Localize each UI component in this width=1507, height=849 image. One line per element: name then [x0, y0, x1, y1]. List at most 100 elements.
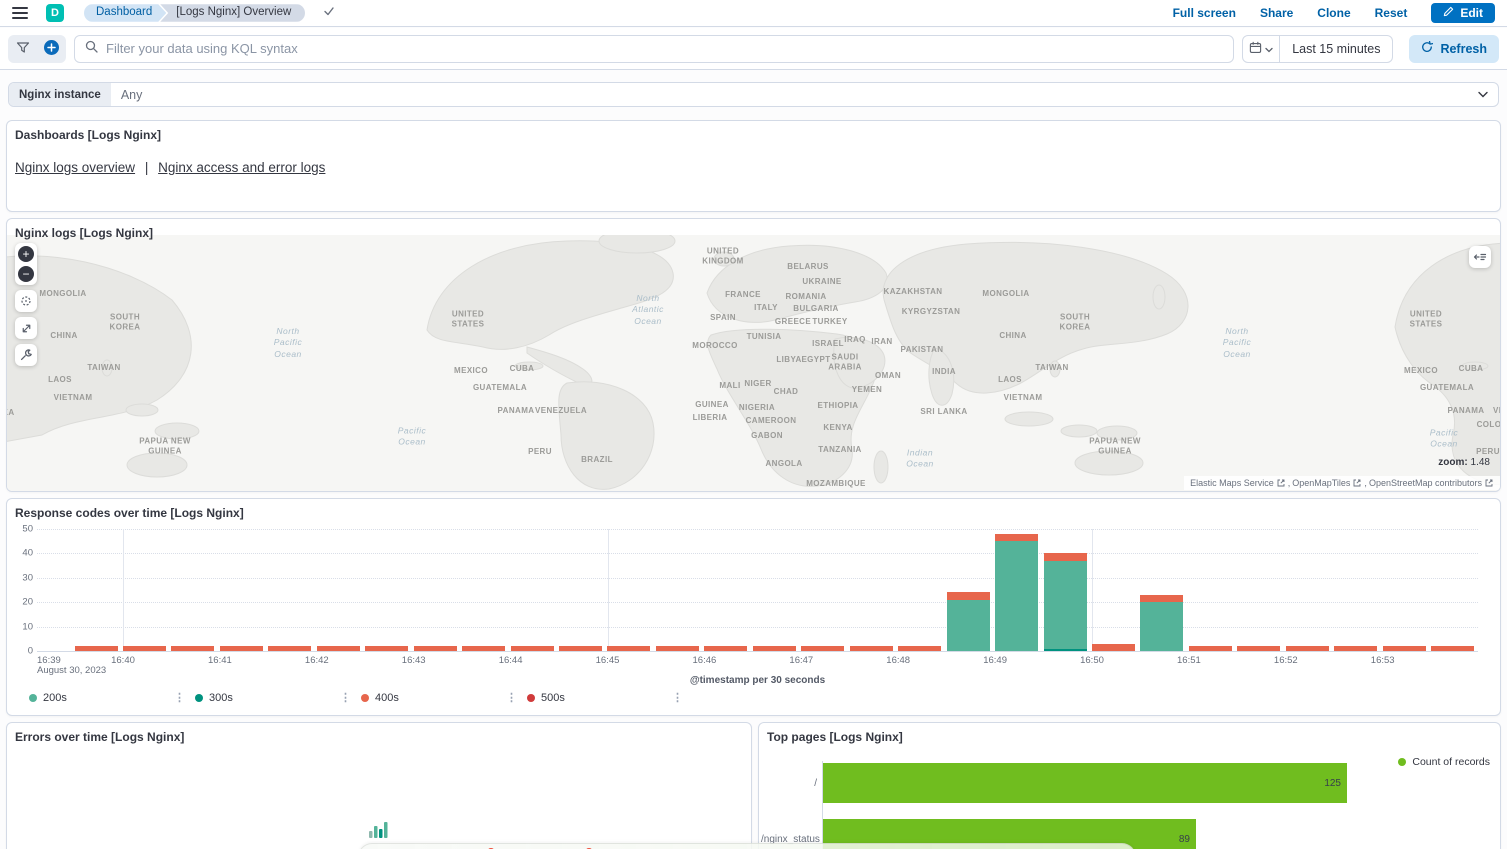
bar-segment-400s[interactable]: [414, 646, 457, 651]
filter-menu-button[interactable]: [8, 35, 37, 63]
query-bar: Last 15 minutes Refresh: [0, 28, 1507, 70]
bar-segment-400s[interactable]: [220, 646, 263, 651]
reset-button[interactable]: Reset: [1375, 6, 1408, 20]
bar-segment-300s[interactable]: [1044, 649, 1087, 651]
bar-segment-400s[interactable]: [656, 646, 699, 651]
map-legend-toggle-icon[interactable]: [1469, 246, 1491, 268]
set-view-crosshair-icon[interactable]: [15, 290, 37, 312]
x-axis-tick-label: 16:52: [1274, 655, 1298, 666]
response-codes-panel: Response codes over time [Logs Nginx] 01…: [6, 498, 1501, 716]
panel-title: Dashboards [Logs Nginx]: [7, 121, 1500, 142]
x-axis-tick-label: 16:48: [886, 655, 910, 666]
legend-actions-icon[interactable]: ⋮: [174, 693, 185, 704]
bar-segment-400s[interactable]: [995, 534, 1038, 541]
space-avatar[interactable]: D: [46, 4, 64, 22]
bar-segment-400s[interactable]: [462, 646, 505, 651]
bar-segment-200s[interactable]: [947, 600, 990, 651]
legend-label: 500s: [541, 692, 565, 704]
top-pages-legend[interactable]: Count of records: [1398, 756, 1490, 768]
kql-search-box: [74, 35, 1234, 63]
bar-segment-400s[interactable]: [1383, 646, 1426, 651]
share-button[interactable]: Share: [1260, 6, 1293, 20]
breadcrumb-dashboard[interactable]: Dashboard: [84, 4, 166, 22]
bar-segment-400s[interactable]: [850, 646, 893, 651]
legend-actions-icon[interactable]: ⋮: [672, 693, 683, 704]
add-filter-button[interactable]: [37, 35, 66, 63]
legend-actions-icon[interactable]: ⋮: [340, 693, 351, 704]
bar-segment-200s[interactable]: [1140, 602, 1183, 651]
bar-value-label: 125: [1324, 778, 1347, 789]
nginx-instance-control[interactable]: Nginx instance Any: [8, 82, 1499, 107]
legend-item-500s[interactable]: 500s ⋮: [527, 692, 693, 704]
x-axis-tick-label: 16:41: [208, 655, 232, 666]
world-map[interactable]: MONGOLIASOUTH KOREACHINATAIWANLAOSVIETNA…: [7, 235, 1500, 491]
breadcrumb-current[interactable]: [Logs Nginx] Overview: [160, 4, 305, 22]
panel-title: Response codes over time [Logs Nginx]: [7, 499, 1500, 520]
refresh-button[interactable]: Refresh: [1409, 35, 1499, 63]
bar-segment-400s[interactable]: [559, 646, 602, 651]
gridline-horizontal: [37, 602, 1478, 603]
x-axis-tick-label: 16:46: [693, 655, 717, 666]
legend-item-200s[interactable]: 200s⋮: [29, 692, 195, 704]
time-range-button[interactable]: Last 15 minutes: [1280, 35, 1393, 63]
clone-button[interactable]: Clone: [1317, 6, 1350, 20]
attribution-link[interactable]: Elastic Maps Service: [1190, 478, 1274, 488]
top-navigation-bar: D Dashboard [Logs Nginx] Overview Full s…: [0, 0, 1507, 27]
x-axis-tick-label: 16:45: [596, 655, 620, 666]
bar-segment-400s[interactable]: [75, 646, 118, 651]
bar-segment-400s[interactable]: [1334, 646, 1377, 651]
bar-segment-400s[interactable]: [704, 646, 747, 651]
bar-segment-400s[interactable]: [1092, 644, 1135, 651]
external-link-icon: [1485, 479, 1493, 487]
full-screen-button[interactable]: Full screen: [1173, 6, 1236, 20]
x-axis-date-label: August 30, 2023: [37, 665, 106, 676]
legend-actions-icon[interactable]: ⋮: [506, 693, 517, 704]
bar-segment-400s[interactable]: [1189, 646, 1232, 651]
control-value[interactable]: Any: [111, 88, 153, 102]
attribution-link[interactable]: OpenStreetMap contributors: [1369, 478, 1482, 488]
bar-segment-200s[interactable]: [1044, 561, 1087, 649]
x-axis-tick-label: 16:43: [402, 655, 426, 666]
kql-search-input[interactable]: [106, 41, 1223, 56]
link-separator: |: [145, 160, 149, 175]
link-nginx-logs-overview[interactable]: Nginx logs overview: [15, 160, 135, 175]
zoom-in-icon[interactable]: +: [18, 246, 34, 262]
bar-segment-400s[interactable]: [123, 646, 166, 651]
bar-segment-400s[interactable]: [171, 646, 214, 651]
bar-segment-400s[interactable]: [801, 646, 844, 651]
zoom-out-icon[interactable]: −: [18, 266, 34, 282]
bar-segment-400s[interactable]: [607, 646, 650, 651]
bar-segment-400s[interactable]: [1140, 595, 1183, 602]
bar-root[interactable]: 125: [823, 763, 1347, 803]
link-nginx-access-error-logs[interactable]: Nginx access and error logs: [158, 160, 325, 175]
dashboard-page: D Dashboard [Logs Nginx] Overview Full s…: [0, 0, 1507, 849]
legend-dot-icon: [1398, 758, 1406, 766]
fit-to-data-icon[interactable]: [15, 317, 37, 339]
bar-segment-400s[interactable]: [1286, 646, 1329, 651]
map-tools-icon[interactable]: [15, 344, 37, 366]
bar-segment-400s[interactable]: [1044, 553, 1087, 560]
date-picker-group: Last 15 minutes: [1242, 35, 1393, 63]
date-quick-select-button[interactable]: [1242, 35, 1280, 63]
bar-chart-icon: [368, 820, 390, 843]
bar-segment-400s[interactable]: [947, 592, 990, 599]
legend-dot-icon: [29, 694, 37, 702]
legend-item-400s[interactable]: 400s⋮: [361, 692, 527, 704]
bar-segment-400s[interactable]: [1431, 646, 1474, 651]
edit-button[interactable]: Edit: [1431, 3, 1495, 23]
bar-segment-400s[interactable]: [317, 646, 360, 651]
attribution-link[interactable]: OpenMapTiles: [1292, 478, 1350, 488]
bar-segment-400s[interactable]: [1237, 646, 1280, 651]
bar-segment-400s[interactable]: [511, 646, 554, 651]
response-codes-chart[interactable]: 0102030405016:3916:4016:4116:4216:4316:4…: [7, 499, 1500, 715]
chevron-down-icon: [1265, 41, 1273, 56]
bar-segment-400s[interactable]: [365, 646, 408, 651]
bar-category-label: /: [761, 778, 817, 789]
bar-segment-400s[interactable]: [753, 646, 796, 651]
bar-segment-400s[interactable]: [898, 646, 941, 651]
bar-segment-400s[interactable]: [268, 646, 311, 651]
chevron-down-icon[interactable]: [1478, 91, 1498, 98]
bar-segment-200s[interactable]: [995, 541, 1038, 651]
menu-icon[interactable]: [12, 7, 28, 19]
legend-item-300s[interactable]: 300s⋮: [195, 692, 361, 704]
